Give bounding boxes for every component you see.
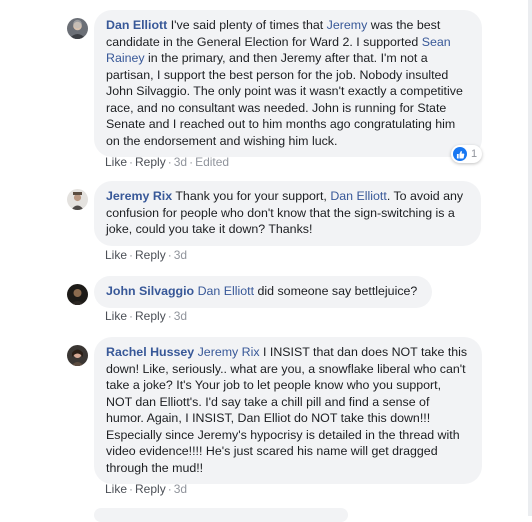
comment-bubble: Rachel Hussey Jeremy Rix I INSIST that d… [94, 337, 482, 484]
reply-link[interactable]: Reply [135, 482, 166, 496]
reply-link[interactable]: Reply [135, 155, 166, 169]
comment-text: did someone say bettlejuice? [254, 284, 418, 298]
comment-bubble: John Silvaggio Dan Elliott did someone s… [94, 276, 432, 308]
comment: John Silvaggio Dan Elliott did someone s… [67, 276, 527, 328]
like-link[interactable]: Like [105, 248, 127, 262]
avatar[interactable] [67, 345, 88, 366]
like-link[interactable]: Like [105, 155, 127, 169]
comment-text: I INSIST that dan does NOT take this dow… [106, 345, 468, 475]
comment-body: I've said plenty of times that Jeremy wa… [106, 18, 463, 148]
comment-actions: Like · Reply · 3d [105, 248, 188, 262]
mention-link[interactable]: Dan Elliott [330, 189, 386, 203]
comment-author[interactable]: Rachel Hussey [106, 345, 194, 359]
edited-label[interactable]: Edited [195, 155, 229, 169]
like-link[interactable]: Like [105, 482, 127, 496]
comment-actions: Like · Reply · 3d [105, 309, 188, 323]
next-comment-bubble [94, 508, 348, 522]
comment: Jeremy Rix Thank you for your support, D… [67, 181, 527, 265]
comment-author[interactable]: Dan Elliott [106, 18, 167, 32]
timestamp[interactable]: 3d [174, 309, 187, 323]
scrollbar[interactable] [528, 0, 532, 516]
comment-actions: Like · Reply · 3d · Edited [105, 155, 230, 169]
avatar[interactable] [67, 189, 88, 210]
avatar[interactable] [67, 18, 88, 39]
timestamp[interactable]: 3d [174, 482, 187, 496]
comment-author[interactable]: John Silvaggio [106, 284, 194, 298]
avatar[interactable] [67, 284, 88, 305]
like-link[interactable]: Like [105, 309, 127, 323]
comment-text: I've said plenty of times that [170, 18, 327, 32]
reaction-count: 1 [471, 148, 478, 160]
timestamp[interactable]: 3d [174, 155, 187, 169]
reply-link[interactable]: Reply [135, 309, 166, 323]
comment-bubble: Dan Elliott I've said plenty of times th… [94, 10, 482, 157]
mention-link[interactable]: Dan Elliott [198, 284, 254, 298]
comment: Dan Elliott I've said plenty of times th… [67, 10, 527, 170]
comment-thread: Dan Elliott I've said plenty of times th… [0, 0, 532, 522]
mention-link[interactable]: Jeremy [327, 18, 368, 32]
comment-body: Jeremy Rix I INSIST that dan does NOT ta… [106, 345, 467, 475]
thumbs-up-icon [453, 147, 467, 161]
comment: Rachel Hussey Jeremy Rix I INSIST that d… [67, 337, 527, 499]
timestamp[interactable]: 3d [174, 248, 187, 262]
comment-actions: Like · Reply · 3d [105, 482, 188, 496]
reaction-summary[interactable]: 1 [451, 145, 483, 163]
reply-link[interactable]: Reply [135, 248, 166, 262]
comment-body: Dan Elliott did someone say bettlejuice? [198, 284, 418, 298]
mention-link[interactable]: Jeremy Rix [198, 345, 260, 359]
comment-text: in the primary, and then Jeremy after th… [106, 51, 463, 148]
comment-text: Thank you for your support, [175, 189, 331, 203]
comment-bubble: Jeremy Rix Thank you for your support, D… [94, 181, 481, 246]
comment-author[interactable]: Jeremy Rix [106, 189, 172, 203]
